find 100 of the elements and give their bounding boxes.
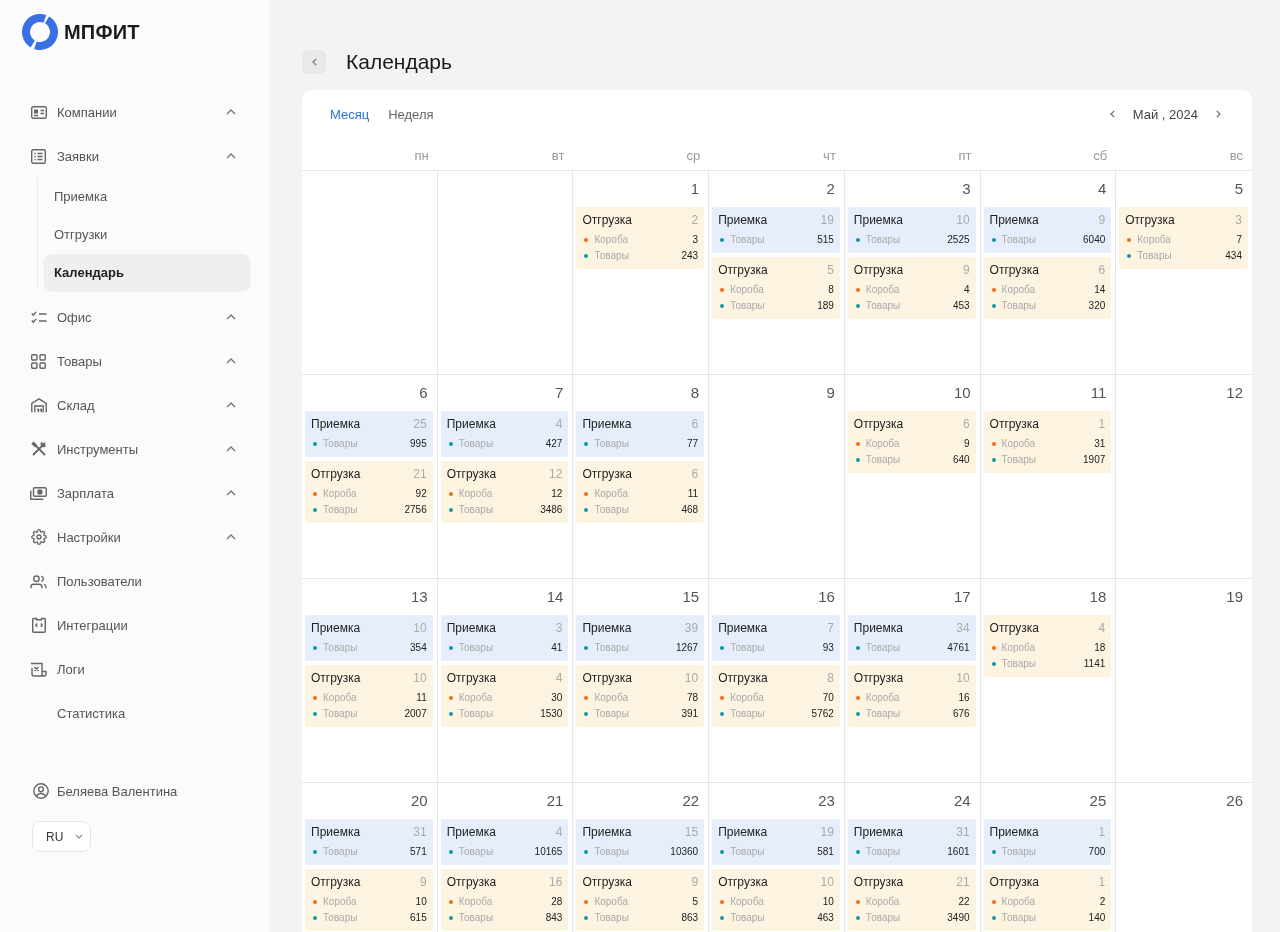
- event-card[interactable]: Приемка 34 Товары 4761: [847, 615, 976, 661]
- event-card[interactable]: Приемка 3 Товары 41: [440, 615, 569, 661]
- line-label: Товары: [323, 707, 359, 721]
- event-card[interactable]: Отгрузка 10 Короба 11 Товары 2007: [305, 665, 433, 727]
- sidebar-item[interactable]: Интеграции: [20, 603, 250, 647]
- event-card[interactable]: Приемка 7 Товары 93: [712, 615, 840, 661]
- event-card[interactable]: Приемка 31 Товары 1601: [847, 819, 976, 865]
- sidebar-item[interactable]: Пользователи: [20, 559, 250, 603]
- user-avatar-icon: [33, 783, 49, 799]
- sidebar-item[interactable]: Склад: [20, 383, 250, 427]
- line-value: 676: [952, 707, 970, 721]
- event-title: Приемка: [718, 824, 768, 840]
- line-value: 5: [692, 895, 699, 909]
- event-title: Отгрузка: [446, 466, 497, 482]
- event-card[interactable]: Отгрузка 1 Короба 2 Товары 140: [983, 869, 1112, 931]
- line-value: 9: [964, 437, 970, 451]
- sidebar-item[interactable]: Офис: [20, 295, 250, 339]
- event-title: Отгрузка: [853, 416, 904, 432]
- view-tab[interactable]: Месяц: [330, 106, 370, 122]
- event-card[interactable]: Приемка 9 Товары 6040: [983, 207, 1112, 253]
- event-card[interactable]: Отгрузка 4 Короба 18 Товары 1141: [983, 615, 1112, 677]
- sidebar-subitem[interactable]: Календарь: [44, 254, 250, 290]
- event-card[interactable]: Отгрузка 21 Короба 92 Товары 2756: [305, 461, 433, 523]
- line-value: 31: [1094, 437, 1106, 451]
- day-number: 6: [419, 383, 428, 403]
- event-card[interactable]: Отгрузка 6 Короба 14 Товары 320: [983, 257, 1112, 319]
- line-value: 615: [410, 911, 427, 925]
- line-value: 11: [687, 487, 699, 501]
- line-value: 581: [817, 845, 834, 859]
- line-label: Товары: [1001, 299, 1037, 313]
- event-card[interactable]: Отгрузка 3 Короба 7 Товары 434: [1119, 207, 1248, 269]
- event-card[interactable]: Отгрузка 9 Короба 5 Товары 863: [576, 869, 705, 931]
- event-card[interactable]: Приемка 10 Товары 354: [305, 615, 433, 661]
- event-card[interactable]: Приемка 4 Товары 427: [440, 411, 569, 457]
- list-icon: [31, 148, 46, 164]
- sidebar-item[interactable]: Логи: [20, 647, 250, 691]
- chevron-down-icon: [75, 834, 84, 839]
- event-card[interactable]: Отгрузка 9 Короба 10 Товары 615: [305, 869, 433, 931]
- event-card[interactable]: Приемка 25 Товары 995: [305, 411, 433, 457]
- line-value: 2756: [404, 503, 427, 517]
- sidebar-item[interactable]: Зарплата: [20, 471, 250, 515]
- event-title: Отгрузка: [311, 466, 361, 482]
- event-card[interactable]: Отгрузка 1 Короба 31 Товары 1907: [983, 411, 1112, 473]
- line-label: Товары: [1001, 657, 1037, 671]
- event-card[interactable]: Приемка 6 Товары 77: [576, 411, 705, 457]
- event-title: Отгрузка: [582, 670, 632, 686]
- event-card[interactable]: Приемка 19 Товары 581: [712, 819, 840, 865]
- line-label: Товары: [730, 641, 766, 655]
- event-title: Отгрузка: [718, 262, 768, 278]
- event-card[interactable]: Отгрузка 16 Короба 28 Товары 843: [440, 869, 569, 931]
- sidebar-item[interactable]: Товары: [20, 339, 250, 383]
- event-card[interactable]: Отгрузка 9 Короба 4 Товары 453: [847, 257, 976, 319]
- line-label: Короба: [458, 691, 494, 705]
- chevron-left-icon: [311, 58, 317, 66]
- sidebar-item[interactable]: Настройки: [20, 515, 250, 559]
- event-card[interactable]: Отгрузка 6 Короба 9 Товары 640: [847, 411, 976, 473]
- event-card[interactable]: Приемка 4 Товары 10165: [440, 819, 569, 865]
- event-card[interactable]: Отгрузка 4 Короба 30 Товары 1530: [440, 665, 569, 727]
- event-card[interactable]: Отгрузка 21 Короба 22 Товары 3490: [847, 869, 976, 931]
- day-number: 1: [690, 179, 700, 199]
- event-card[interactable]: Отгрузка 10 Короба 78 Товары 391: [576, 665, 705, 727]
- view-tab[interactable]: Неделя: [388, 106, 434, 122]
- event-card[interactable]: Отгрузка 10 Короба 10 Товары 463: [712, 869, 840, 931]
- event-card[interactable]: Приемка 10 Товары 2525: [847, 207, 976, 253]
- sidebar-item[interactable]: Компании: [20, 90, 250, 134]
- event-card[interactable]: Приемка 39 Товары 1267: [576, 615, 705, 661]
- line-value: 78: [687, 691, 699, 705]
- line-value: 140: [1088, 911, 1106, 925]
- event-card[interactable]: Приемка 15 Товары 10360: [576, 819, 705, 865]
- back-button[interactable]: [302, 50, 326, 74]
- chevron-up-icon: [226, 446, 236, 452]
- weekday-label: сб: [1093, 148, 1108, 165]
- event-card[interactable]: Приемка 1 Товары 700: [983, 819, 1112, 865]
- day-number: 26: [1226, 791, 1243, 811]
- scroll-icon: [30, 661, 47, 677]
- line-label: Короба: [594, 691, 629, 705]
- sidebar-item[interactable]: Инструменты: [20, 427, 250, 471]
- sidebar-item[interactable]: Статистика: [20, 691, 250, 735]
- day-number: 17: [953, 587, 971, 607]
- line-value: 843: [545, 911, 563, 925]
- day-number: 19: [1226, 587, 1243, 607]
- line-value: 5762: [811, 707, 834, 721]
- event-card[interactable]: Отгрузка 10 Короба 16 Товары 676: [847, 665, 976, 727]
- sidebar-subitem[interactable]: Отгрузки: [44, 216, 250, 252]
- line-label: Короба: [323, 895, 358, 909]
- event-card[interactable]: Приемка 31 Товары 571: [305, 819, 433, 865]
- user-name: Беляева Валентина: [57, 783, 178, 799]
- event-card[interactable]: Отгрузка 8 Короба 70 Товары 5762: [712, 665, 840, 727]
- event-card[interactable]: Отгрузка 5 Короба 8 Товары 189: [712, 257, 840, 319]
- event-card[interactable]: Отгрузка 12 Короба 12 Товары 3486: [440, 461, 569, 523]
- event-title: Отгрузка: [989, 262, 1039, 278]
- sidebar-subitem[interactable]: Приемка: [44, 178, 250, 214]
- line-value: 22: [958, 895, 970, 909]
- sidebar-item[interactable]: Заявки: [20, 134, 250, 178]
- language-select[interactable]: RU: [32, 821, 91, 852]
- weekday-label: чт: [823, 148, 836, 165]
- event-card[interactable]: Отгрузка 2 Короба 3 Товары 243: [576, 207, 705, 269]
- event-card[interactable]: Отгрузка 6 Короба 11 Товары 468: [576, 461, 705, 523]
- event-card[interactable]: Приемка 19 Товары 515: [712, 207, 840, 253]
- line-value: 16: [958, 691, 970, 705]
